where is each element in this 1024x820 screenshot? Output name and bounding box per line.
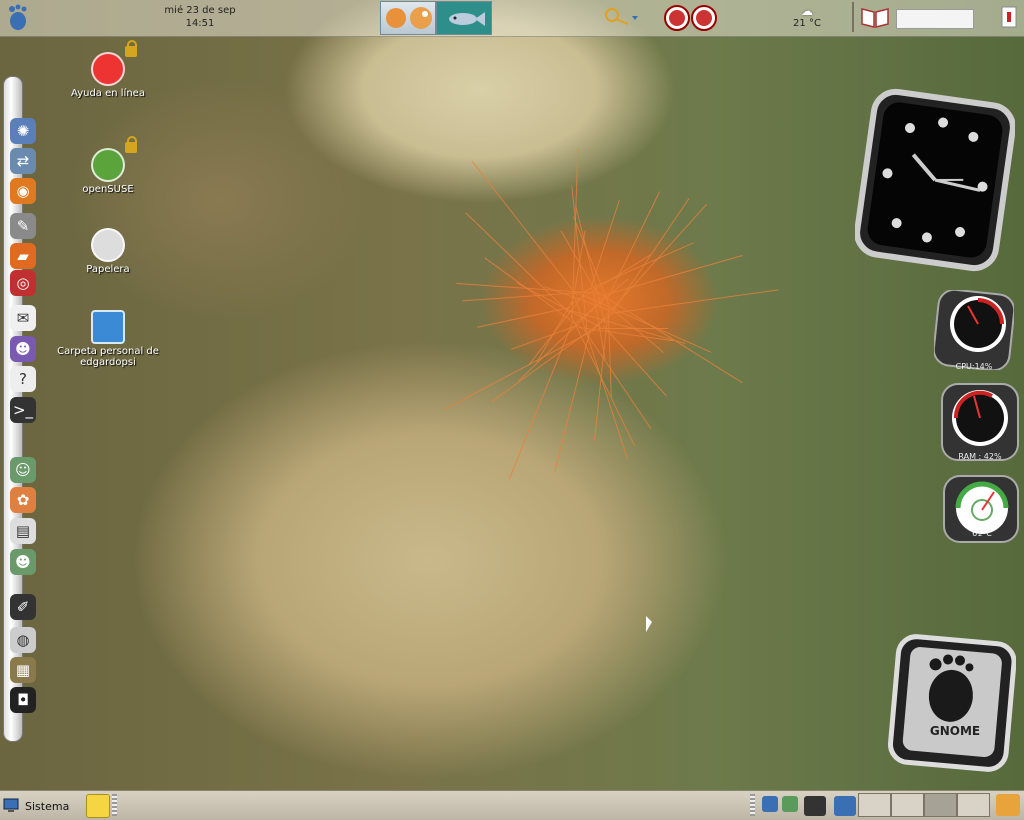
- fish-launcher-icon[interactable]: [436, 1, 492, 35]
- system-monitor-icon[interactable]: [664, 2, 718, 34]
- workspace-1[interactable]: [858, 793, 891, 817]
- desktop-icon[interactable]: Carpeta personal de edgardopsi: [53, 310, 163, 368]
- system-menu-label: Sistema: [25, 799, 70, 813]
- network-icon[interactable]: ⇄: [10, 148, 36, 174]
- cd-icon[interactable]: ◍: [10, 627, 36, 653]
- gimp-icon[interactable]: ✎: [10, 213, 36, 239]
- folder-icon[interactable]: ▰: [10, 243, 36, 269]
- chat-icon[interactable]: ☻: [10, 336, 36, 362]
- firefox-icon[interactable]: ◉: [10, 178, 36, 204]
- ram-gauge[interactable]: RAM : 42%: [940, 382, 1020, 462]
- desktop-icon-label: Ayuda en línea: [71, 88, 145, 99]
- cloud-icon: ☁: [801, 4, 813, 18]
- show-desktop-icon[interactable]: [996, 794, 1020, 816]
- trash-icon: [91, 228, 125, 262]
- nautilus-launcher-icon[interactable]: [380, 1, 436, 35]
- panel-handle[interactable]: [750, 794, 755, 816]
- camera-icon[interactable]: ◘: [10, 687, 36, 713]
- dictionary-search-input[interactable]: [896, 9, 974, 29]
- workspace-switcher: [858, 793, 994, 817]
- cpu-gauge-label: CPU:14%: [955, 362, 993, 371]
- terminal-icon[interactable]: >_: [10, 397, 36, 423]
- display-icon[interactable]: [804, 796, 826, 816]
- temperature-gauge[interactable]: 61°C: [942, 474, 1022, 554]
- panel-separator: [852, 2, 854, 32]
- clock-time: 14:51: [185, 18, 215, 29]
- ram-gauge-label: RAM : 42%: [958, 452, 1002, 461]
- workspace-4[interactable]: [957, 793, 990, 817]
- bottom-panel: Sistema: [0, 790, 1024, 820]
- lifebuoy-icon: [91, 40, 137, 86]
- gnome-logo-widget[interactable]: GNOME: [887, 634, 1017, 778]
- lock-icon: [125, 40, 137, 57]
- weather-temperature: 21 °C: [793, 18, 821, 29]
- desktop-icon-label: Carpeta personal de edgardopsi: [57, 346, 159, 368]
- computer-icon: [3, 797, 19, 816]
- document-icon[interactable]: ▤: [10, 518, 36, 544]
- system-menu-button[interactable]: Sistema: [3, 795, 69, 817]
- opensuse-icon: [91, 136, 137, 182]
- media-player-icon[interactable]: ◎: [10, 270, 36, 296]
- desktop-icon-label: openSUSE: [82, 184, 134, 195]
- settings-icon[interactable]: ✺: [10, 118, 36, 144]
- gnome-widget-label: GNOME: [929, 724, 981, 738]
- user-icon[interactable]: [782, 796, 798, 812]
- theme-icon[interactable]: ✿: [10, 487, 36, 513]
- desktop-icon[interactable]: Ayuda en línea: [53, 40, 163, 99]
- user-accounts-icon[interactable]: ☻: [10, 549, 36, 575]
- notes-icon[interactable]: ✐: [10, 594, 36, 620]
- mouse-pointer: [646, 616, 652, 632]
- logout-icon[interactable]: [1000, 6, 1018, 28]
- users-icon[interactable]: ☺: [10, 457, 36, 483]
- lock-icon: [125, 136, 137, 153]
- photos-icon[interactable]: ▦: [10, 657, 36, 683]
- gnome-foot-menu-icon[interactable]: [6, 4, 30, 32]
- notes-icon[interactable]: [86, 794, 110, 818]
- home-folder-icon: [91, 310, 125, 344]
- temperature-gauge-label: 61°C: [972, 529, 992, 538]
- desktop-icon-label: Papelera: [86, 264, 130, 275]
- weather-applet[interactable]: ☁ 21 °C: [788, 4, 826, 29]
- clock[interactable]: mié 23 de sep 14:51: [148, 4, 252, 30]
- top-panel: mié 23 de sep 14:51 ☁ 21 °C: [0, 0, 1024, 37]
- help-icon[interactable]: ?: [10, 366, 36, 392]
- launcher-group: [380, 1, 492, 35]
- desktop-icon[interactable]: openSUSE: [53, 136, 163, 195]
- keyring-icon[interactable]: [602, 6, 642, 28]
- panel-handle[interactable]: [112, 794, 117, 816]
- desktop-icon[interactable]: Papelera: [53, 228, 163, 275]
- workspace-3[interactable]: [924, 793, 957, 817]
- workspace-2[interactable]: [891, 793, 924, 817]
- network-icon[interactable]: [834, 796, 856, 816]
- mail-icon[interactable]: ✉: [10, 305, 36, 331]
- clock-date: mié 23 de sep: [164, 5, 236, 16]
- cpu-gauge[interactable]: CPU:14%: [932, 288, 1016, 372]
- dictionary-icon[interactable]: [860, 5, 890, 29]
- analog-clock-widget[interactable]: [854, 86, 1016, 274]
- mail-icon[interactable]: [762, 796, 778, 812]
